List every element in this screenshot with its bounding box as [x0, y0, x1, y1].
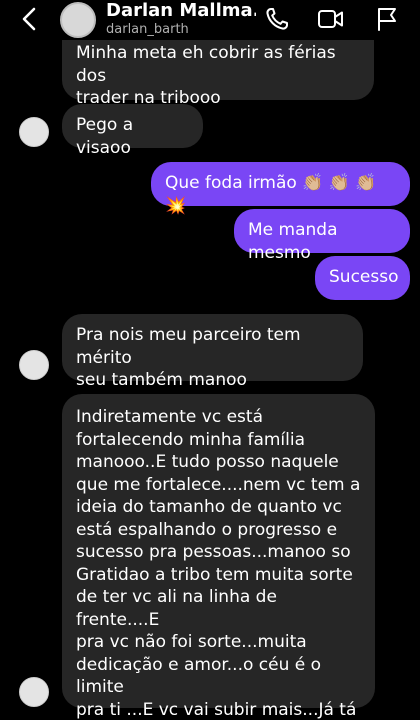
report-button[interactable] [372, 4, 402, 34]
contact-username[interactable]: darlan_barth [106, 22, 189, 37]
message-text: Sucesso [329, 267, 399, 287]
message-incoming[interactable]: Indiretamente vc está fortalecendo minha… [62, 394, 375, 720]
back-button[interactable] [14, 4, 44, 34]
message-text: Pego a visaoo [76, 115, 134, 158]
message-incoming[interactable]: Pego a visaoo [62, 104, 203, 158]
back-arrow-icon [22, 7, 36, 31]
phone-icon [266, 8, 288, 30]
video-call-button[interactable] [316, 4, 346, 34]
message-incoming[interactable]: Pra nois meu parceiro tem mérito seu tam… [62, 314, 363, 390]
message-outgoing[interactable]: Me manda mesmo [234, 209, 410, 263]
contact-name[interactable]: Darlan Mallma... [106, 0, 256, 21]
contact-avatar[interactable] [60, 2, 96, 38]
video-camera-icon [318, 10, 343, 28]
message-text: Indiretamente vc está fortalecendo minha… [76, 407, 361, 720]
message-incoming[interactable]: Minha meta eh cobrir as férias dos trade… [62, 32, 374, 108]
sender-avatar[interactable] [19, 117, 49, 147]
message-outgoing[interactable]: Que foda irmão 👏🏼 👏🏼 👏🏼 💥 [151, 162, 410, 216]
message-outgoing[interactable]: Sucesso [315, 256, 410, 300]
sender-avatar[interactable] [19, 677, 49, 707]
voice-call-button[interactable] [262, 4, 292, 34]
message-text: Minha meta eh cobrir as férias dos trade… [76, 43, 336, 108]
conversation-header: Darlan Mallma... darlan_barth [0, 0, 420, 40]
flag-icon [378, 8, 396, 31]
message-text: Pra nois meu parceiro tem mérito seu tam… [76, 325, 301, 390]
sender-avatar[interactable] [19, 350, 49, 380]
